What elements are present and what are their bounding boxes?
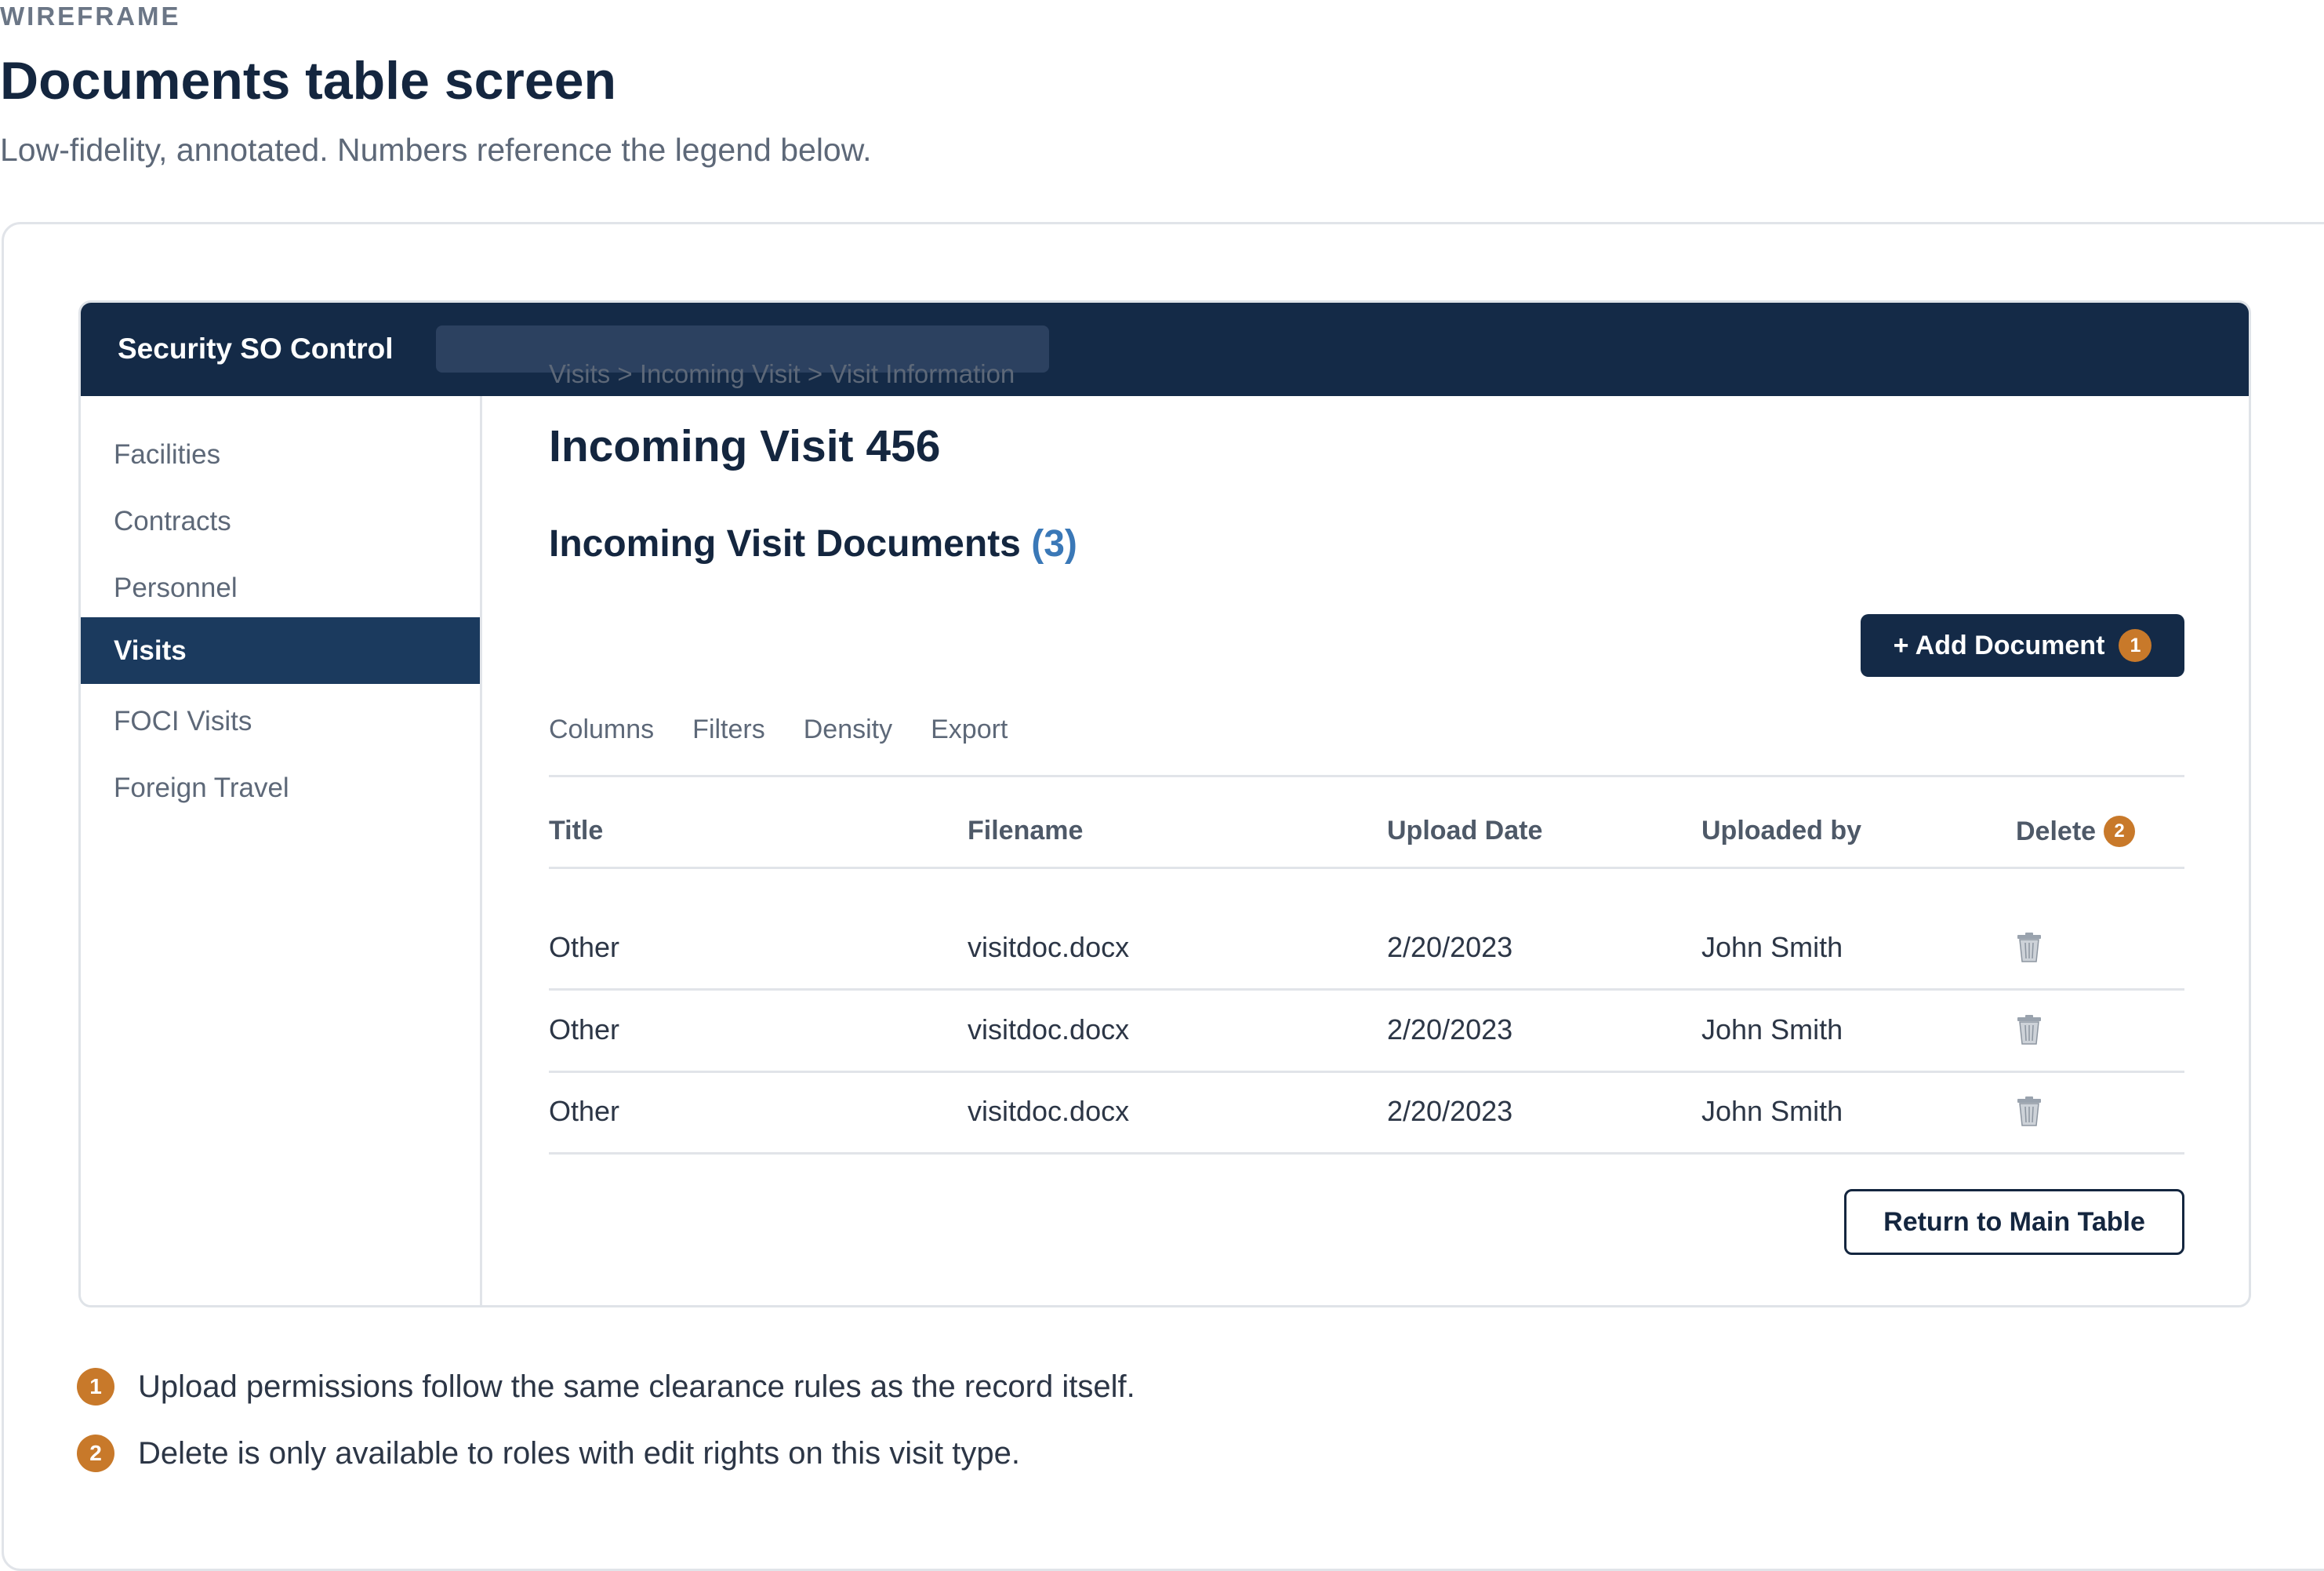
cell-title: Other bbox=[549, 1095, 620, 1127]
column-header-uploaded-by-label: Uploaded by bbox=[1701, 816, 1862, 846]
trash-icon[interactable] bbox=[2016, 1015, 2043, 1045]
table-top-divider bbox=[549, 775, 2184, 777]
breadcrumb[interactable]: Visits > Incoming Visit > Visit Informat… bbox=[549, 359, 1015, 389]
table-header-divider bbox=[549, 867, 2184, 869]
column-header-upload-date-label: Upload Date bbox=[1387, 816, 1543, 846]
cell-filename[interactable]: visitdoc.docx bbox=[968, 1095, 1129, 1128]
cell-upload-date: 2/20/2023 bbox=[1387, 1095, 1513, 1127]
document-count: (3) bbox=[1031, 523, 1077, 565]
cell-uploaded-by: John Smith bbox=[1701, 1095, 1843, 1127]
visit-title: Incoming Visit 456 bbox=[549, 421, 941, 471]
section-title-text: Incoming Visit Documents bbox=[549, 523, 1021, 565]
cell-title: Other bbox=[549, 931, 620, 963]
section-title: Incoming Visit Documents (3) bbox=[549, 522, 1077, 565]
sidebar-item-personnel[interactable]: Personnel bbox=[81, 555, 480, 621]
table-toolbar: Columns Filters Density Export bbox=[549, 715, 1008, 745]
legend-text-2: Delete is only available to roles with e… bbox=[138, 1435, 1020, 1471]
column-header-filename[interactable]: Filename bbox=[968, 816, 1083, 846]
sidebar-item-foci-visits[interactable]: FOCI Visits bbox=[81, 688, 480, 755]
columns-button[interactable]: Columns bbox=[549, 715, 654, 745]
cell-upload-date: 2/20/2023 bbox=[1387, 931, 1513, 963]
page-title: Documents table screen bbox=[0, 51, 617, 111]
sidebar-item-foreign-travel[interactable]: Foreign Travel bbox=[81, 755, 480, 821]
legend-text-1: Upload permissions follow the same clear… bbox=[138, 1369, 1135, 1404]
sidebar-item-facilities[interactable]: Facilities bbox=[81, 421, 480, 488]
column-header-filename-label: Filename bbox=[968, 816, 1084, 846]
add-document-label: + Add Document bbox=[1893, 630, 2105, 660]
page-subtitle: Low-fidelity, annotated. Numbers referen… bbox=[0, 132, 872, 168]
density-button[interactable]: Density bbox=[804, 715, 892, 745]
legend-badge-2: 2 bbox=[77, 1435, 114, 1472]
row-divider bbox=[549, 1071, 2184, 1073]
row-divider bbox=[549, 988, 2184, 991]
sidebar: Facilities Contracts Personnel Visits FO… bbox=[81, 396, 482, 1305]
trash-icon[interactable] bbox=[2016, 933, 2043, 962]
column-header-uploaded-by[interactable]: Uploaded by bbox=[1701, 816, 1861, 846]
app-header: Security SO Control bbox=[81, 303, 2249, 396]
cell-title: Other bbox=[549, 1013, 620, 1046]
column-header-upload-date[interactable]: Upload Date bbox=[1387, 816, 1542, 846]
legend-item-2: 2 Delete is only available to roles with… bbox=[77, 1435, 1020, 1472]
column-header-title[interactable]: Title bbox=[549, 816, 603, 846]
filters-button[interactable]: Filters bbox=[692, 715, 765, 745]
legend-item-1: 1 Upload permissions follow the same cle… bbox=[77, 1368, 1135, 1406]
column-header-delete-label: Delete bbox=[2016, 816, 2097, 846]
app-title: Security SO Control bbox=[118, 333, 394, 365]
table-bottom-divider bbox=[549, 1152, 2184, 1155]
annotation-badge-2: 2 bbox=[2104, 816, 2136, 847]
sidebar-item-contracts[interactable]: Contracts bbox=[81, 488, 480, 555]
cell-filename[interactable]: visitdoc.docx bbox=[968, 1013, 1129, 1046]
column-header-delete: Delete 2 bbox=[2016, 816, 2136, 847]
app-window: Security SO Control Facilities Contracts… bbox=[78, 300, 2251, 1307]
add-document-button[interactable]: + Add Document 1 bbox=[1861, 614, 2184, 677]
column-header-title-label: Title bbox=[549, 816, 604, 846]
annotation-badge-1: 1 bbox=[2119, 629, 2152, 662]
cell-uploaded-by: John Smith bbox=[1701, 1013, 1843, 1046]
sidebar-item-visits[interactable]: Visits bbox=[81, 617, 480, 684]
return-to-main-table-button[interactable]: Return to Main Table bbox=[1844, 1189, 2184, 1255]
cell-filename[interactable]: visitdoc.docx bbox=[968, 931, 1129, 964]
cell-upload-date: 2/20/2023 bbox=[1387, 1013, 1513, 1046]
export-button[interactable]: Export bbox=[931, 715, 1008, 745]
legend-badge-1: 1 bbox=[77, 1368, 114, 1406]
trash-icon[interactable] bbox=[2016, 1096, 2043, 1126]
cell-uploaded-by: John Smith bbox=[1701, 931, 1843, 963]
wireframe-kicker: WIREFRAME bbox=[0, 2, 181, 31]
